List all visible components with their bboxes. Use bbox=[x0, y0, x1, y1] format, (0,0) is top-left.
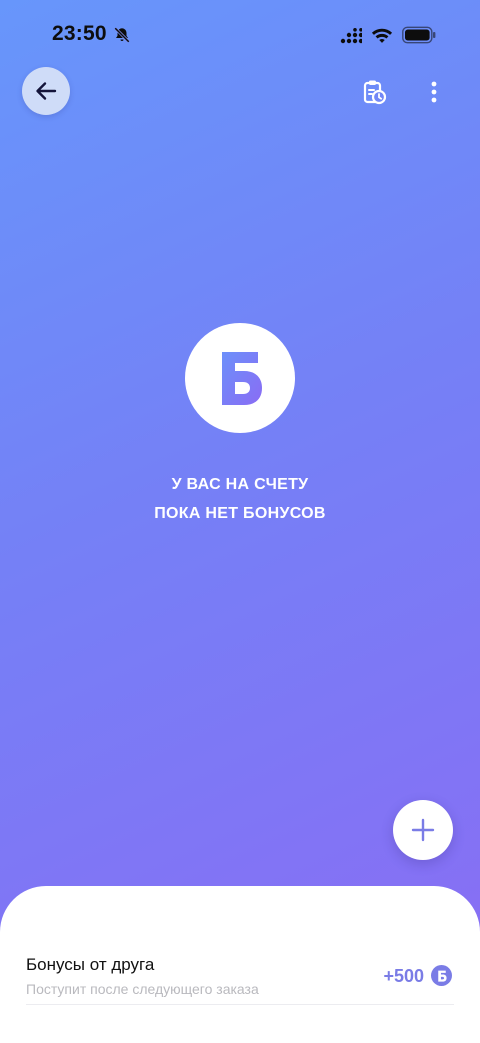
bell-off-icon bbox=[114, 27, 130, 43]
vertical-dots-icon bbox=[431, 81, 437, 103]
bonus-item-amount: +500 bbox=[383, 966, 424, 986]
empty-message-line2: ПОКА НЕТ БОНУСОВ bbox=[154, 505, 326, 522]
signal-icon bbox=[340, 28, 362, 44]
battery-icon bbox=[402, 26, 436, 44]
bonus-letter-icon bbox=[222, 352, 262, 405]
status-bar: 23:50 bbox=[0, 0, 480, 70]
add-button[interactable] bbox=[393, 800, 453, 860]
bonus-item-title: Бонусы от друга bbox=[26, 955, 155, 974]
back-button[interactable] bbox=[22, 67, 70, 115]
bonuses-screen: 23:50 У ВАС НА СЧЕТУ ПОКА НЕТ БОНУСОВ Бо… bbox=[0, 0, 480, 1043]
bonus-item-subtitle: Поступит после следующего заказа bbox=[26, 981, 259, 997]
empty-message-line1: У ВАС НА СЧЕТУ bbox=[171, 476, 309, 493]
bonus-logo bbox=[185, 323, 295, 433]
plus-icon bbox=[411, 818, 435, 842]
bonus-coin-icon bbox=[431, 965, 452, 986]
wifi-icon bbox=[371, 28, 393, 43]
more-options-button[interactable] bbox=[420, 76, 448, 108]
status-time: 23:50 bbox=[52, 22, 107, 45]
history-button[interactable] bbox=[358, 76, 390, 108]
clipboard-clock-icon bbox=[363, 80, 387, 105]
empty-message: У ВАС НА СЧЕТУ ПОКА НЕТ БОНУСОВ bbox=[40, 470, 440, 528]
bottom-sheet: Бонусы от друга Поступит после следующег… bbox=[0, 886, 480, 1043]
bonus-list-item[interactable]: Бонусы от друга Поступит после следующег… bbox=[26, 946, 454, 1005]
arrow-left-icon bbox=[36, 82, 57, 100]
